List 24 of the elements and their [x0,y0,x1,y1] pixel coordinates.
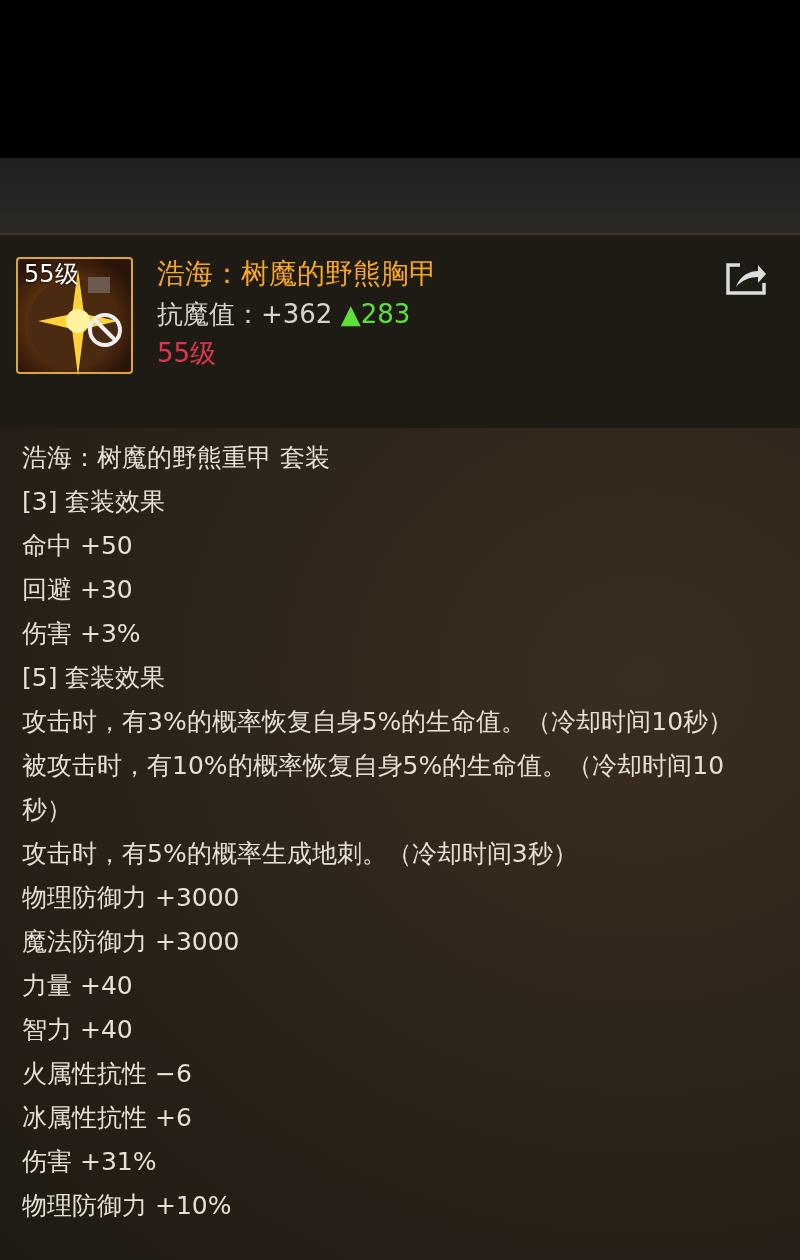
item-name: 浩海：树魔的野熊胸甲 [157,257,438,291]
level-label: 55级 [24,261,79,288]
item-icon[interactable]: 55级 [16,257,133,374]
prohibited-icon [87,312,123,348]
description-line: 物理防御力 +3000 [22,882,241,914]
description-line: 火属性抗性 −6 [22,1058,193,1090]
description-line: 智力 +40 [22,1014,134,1046]
description-line: 攻击时，有5%的概率生成地刺。（冷却时间3秒） [22,838,579,870]
description-line: 命中 +50 [22,530,134,562]
stat-line: 抗魔值：+362 ▲283 [157,298,412,330]
description-line: 伤害 +3% [22,618,142,650]
description-line: 冰属性抗性 +6 [22,1102,193,1134]
description-line: [5] 套装效果 [22,662,167,694]
description-line: 力量 +40 [22,970,134,1002]
description-line: [3] 套装效果 [22,486,167,518]
description-line: 浩海：树魔的野熊重甲 套装 [22,442,331,474]
description-line: 被攻击时，有10%的概率恢复自身5%的生命值。（冷却时间10秒） [22,750,726,826]
description-line: 伤害 +31% [22,1146,158,1178]
description-line: 物理防御力 +10% [22,1190,233,1222]
description-line: 回避 +30 [22,574,134,606]
description-line: 攻击时，有3%的概率恢复自身5%的生命值。（冷却时间10秒） [22,706,735,738]
share-icon[interactable] [724,261,768,297]
description-line: 魔法防御力 +3000 [22,926,241,958]
required-level: 55级 [157,337,218,369]
